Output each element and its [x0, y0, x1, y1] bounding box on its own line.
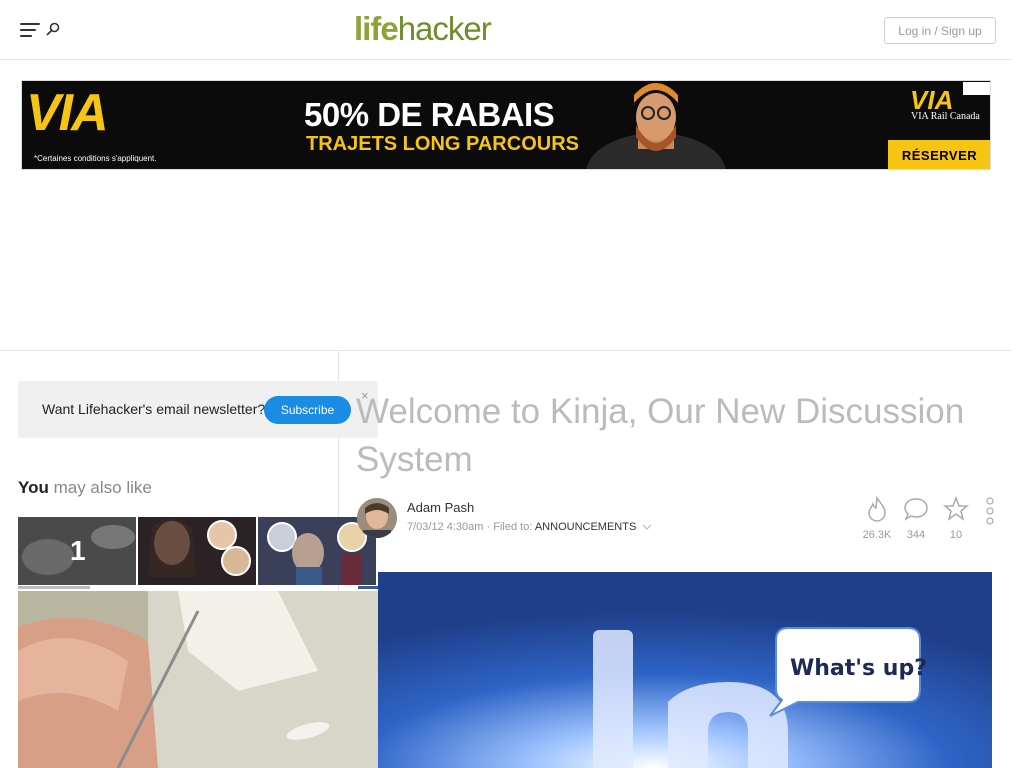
search-icon[interactable] — [46, 22, 60, 36]
flame-icon — [868, 495, 886, 522]
comments-stat[interactable]: 344 — [896, 496, 936, 541]
article-title[interactable]: Welcome to Kinja, Our New Discussion Sys… — [356, 388, 996, 484]
star-icon — [942, 495, 970, 521]
ad-headline: 50% DE RABAIS — [304, 96, 555, 133]
ad-reserve-button[interactable]: RÉSERVER — [888, 140, 990, 169]
ad-person-image — [586, 83, 726, 169]
article-date[interactable]: 7/03/12 4:30am — [407, 521, 483, 533]
stars-stat[interactable]: 10 — [936, 495, 976, 541]
author-name[interactable]: Adam Pash — [407, 500, 474, 515]
ad-subheadline: TRAJETS LONG PARCOURS — [306, 133, 579, 155]
recommendation-thumb[interactable]: 1 — [18, 517, 136, 585]
comments-count: 344 — [906, 529, 926, 541]
subscribe-button[interactable]: Subscribe — [264, 396, 351, 424]
carousel-progress — [18, 586, 378, 589]
recommendations-heading-rest: may also like — [48, 478, 152, 497]
adchoices-icon[interactable] — [963, 82, 990, 95]
recommendation-main-image-graphic — [18, 591, 378, 768]
hero-speech-bubble-text: What's up? — [790, 656, 927, 681]
progress-segment — [18, 586, 90, 589]
filed-to-label: Filed to: — [493, 521, 533, 533]
ad-rail-text: VIA Rail Canada — [911, 111, 980, 122]
thumb-number: 1 — [70, 535, 86, 566]
ad-fine-print: *Certaines conditions s'appliquent. — [34, 154, 157, 163]
ad-brand-logo: VIA — [26, 84, 109, 142]
thumb-image — [138, 517, 256, 585]
login-signup-button[interactable]: Log in / Sign up — [884, 17, 996, 44]
ad-banner[interactable]: VIA *Certaines conditions s'appliquent. … — [21, 80, 991, 170]
progress-segment — [358, 586, 378, 589]
chevron-down-icon[interactable] — [642, 523, 652, 531]
section-divider — [0, 350, 1012, 351]
views-stat[interactable]: 26.3K — [857, 495, 897, 541]
article-hero-image: What's up? — [378, 572, 992, 768]
author-avatar[interactable] — [357, 498, 397, 538]
recommendations-heading: You may also like — [18, 478, 152, 498]
recommendation-main-image[interactable] — [18, 591, 378, 768]
recommendations-heading-strong: You — [18, 478, 49, 497]
stars-count: 10 — [949, 529, 963, 541]
comment-icon — [904, 498, 928, 521]
recommendation-thumbnails: 1 — [18, 517, 378, 585]
top-bar: lifehacker Log in / Sign up — [0, 0, 1012, 60]
site-logo[interactable]: lifehacker — [354, 10, 492, 48]
article-category[interactable]: ANNOUNCEMENTS — [535, 521, 636, 533]
menu-icon[interactable] — [20, 22, 40, 38]
author-avatar-image — [357, 498, 397, 538]
views-count: 26.3K — [862, 529, 892, 541]
newsletter-text: Want Lifehacker's email newsletter? — [42, 401, 266, 417]
recommendation-thumb[interactable] — [138, 517, 256, 585]
logo-life-text: life — [354, 10, 399, 47]
article-meta: 7/03/12 4:30am · Filed to: ANNOUNCEMENTS — [407, 521, 652, 533]
newsletter-prompt: Want Lifehacker's email newsletter? Subs… — [18, 381, 378, 438]
more-options-icon[interactable] — [986, 497, 994, 525]
logo-hacker-text: hacker — [397, 10, 492, 47]
